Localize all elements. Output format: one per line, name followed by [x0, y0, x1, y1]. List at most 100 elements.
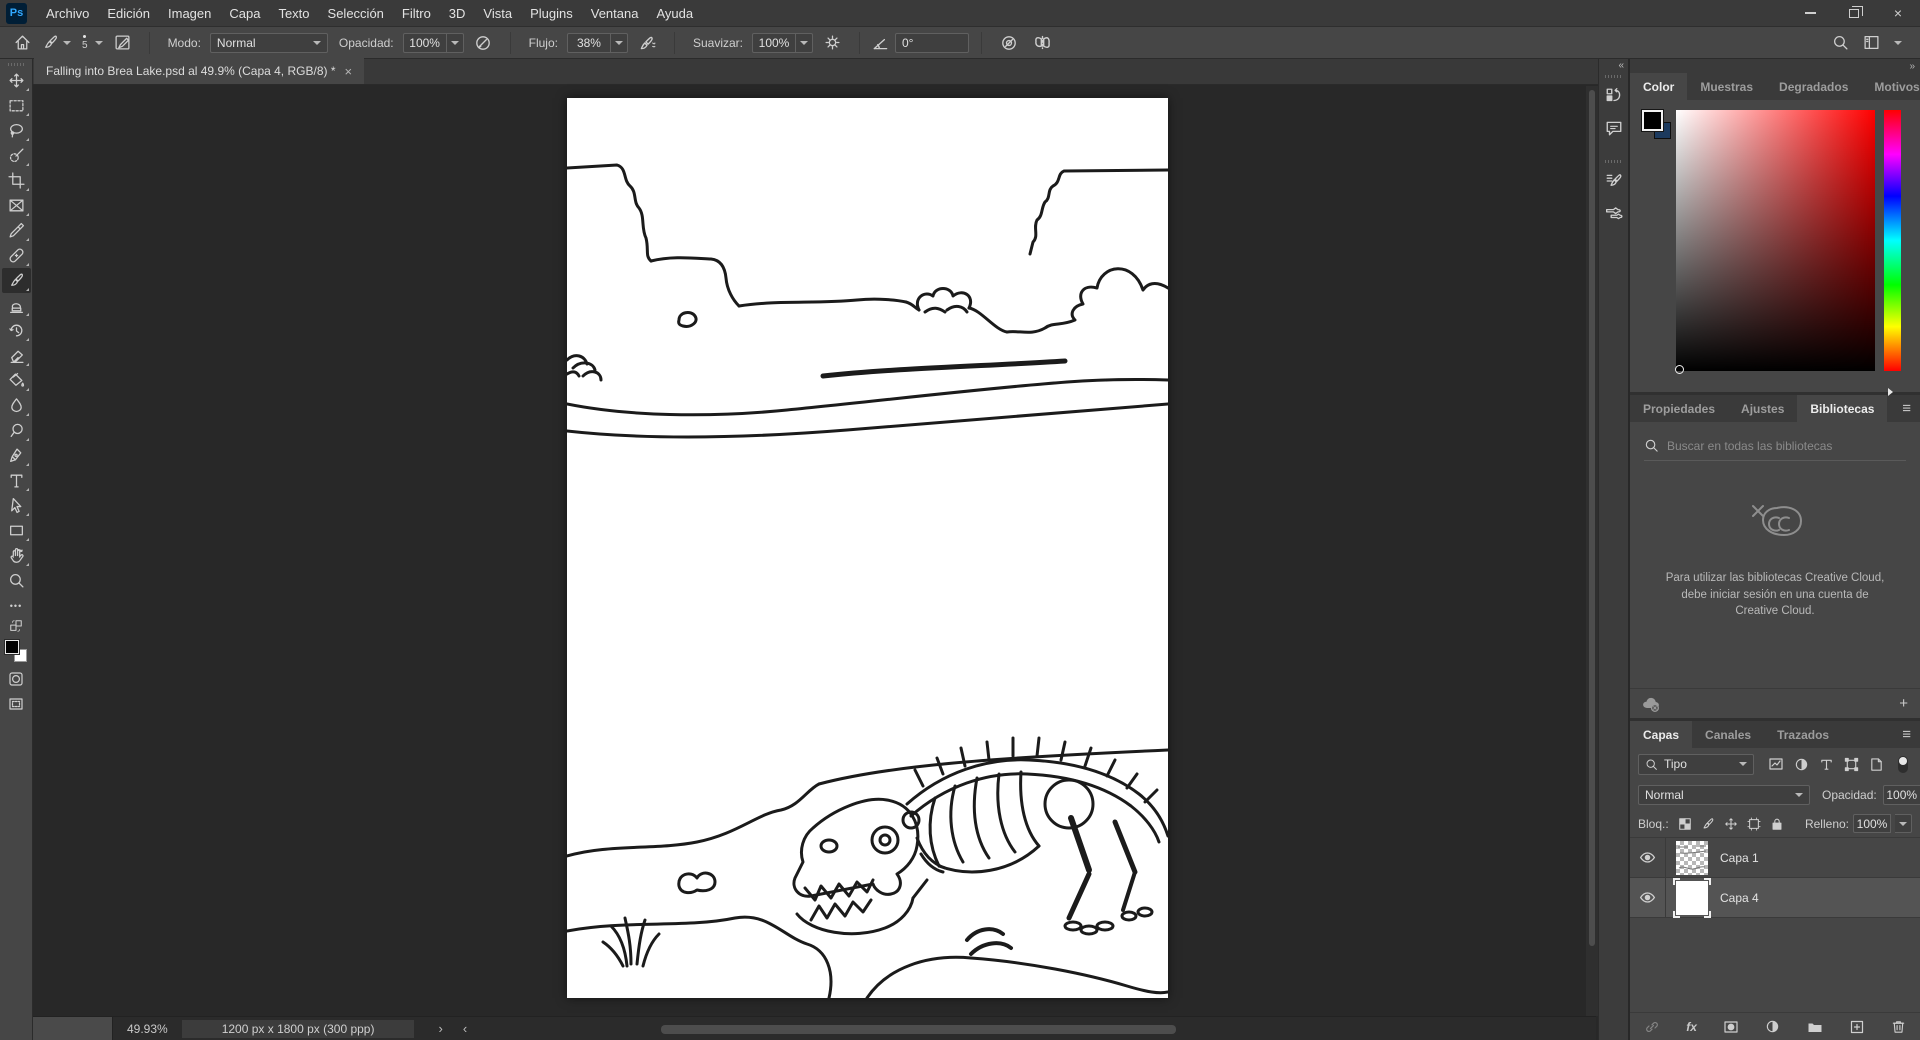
menu-ayuda[interactable]: Ayuda — [647, 0, 702, 27]
close-button[interactable]: × — [1876, 0, 1920, 27]
tab-propiedades[interactable]: Propiedades — [1630, 395, 1728, 422]
horizontal-scrollbar-thumb[interactable] — [661, 1025, 1176, 1034]
saturation-brightness-field[interactable] — [1676, 110, 1875, 371]
document-tab[interactable]: Falling into Brea Lake.psd al 49.9% (Cap… — [34, 58, 364, 84]
layer-name[interactable]: Capa 4 — [1720, 891, 1759, 905]
brush-angle-input[interactable]: 0° — [895, 33, 969, 53]
toolbar-grip[interactable] — [8, 63, 25, 66]
rectangle-tool[interactable] — [2, 518, 31, 543]
menu-imagen[interactable]: Imagen — [159, 0, 220, 27]
menu-edicion[interactable]: Edición — [98, 0, 159, 27]
layer-filter-type-select[interactable]: Tipo — [1638, 754, 1754, 775]
filter-toggle-switch[interactable] — [1898, 756, 1908, 773]
filter-type-layers-icon[interactable] — [1819, 757, 1834, 772]
filter-shape-layers-icon[interactable] — [1844, 757, 1859, 772]
filter-smart-objects-icon[interactable] — [1869, 757, 1884, 772]
opacity-control[interactable]: 100% — [403, 33, 464, 53]
lock-all-icon[interactable] — [1770, 817, 1784, 831]
clone-stamp-tool[interactable] — [2, 293, 31, 318]
add-layer-mask-icon[interactable] — [1723, 1019, 1739, 1035]
document-info[interactable]: 1200 px x 1800 px (300 ppp) — [182, 1020, 415, 1038]
layer-visibility-toggle[interactable] — [1630, 878, 1666, 917]
swap-colors-button[interactable] — [2, 618, 31, 634]
filter-pixel-layers-icon[interactable] — [1768, 756, 1784, 772]
eyedropper-tool[interactable] — [2, 218, 31, 243]
healing-brush-tool[interactable] — [2, 243, 31, 268]
type-tool[interactable] — [2, 468, 31, 493]
menu-archivo[interactable]: Archivo — [37, 0, 98, 27]
collapse-panels-icon[interactable]: » — [1630, 59, 1920, 73]
dodge-tool[interactable] — [2, 418, 31, 443]
new-layer-icon[interactable] — [1849, 1019, 1865, 1035]
lock-position-icon[interactable] — [1724, 817, 1738, 831]
delete-layer-icon[interactable] — [1891, 1019, 1906, 1034]
pressure-size-toggle[interactable] — [994, 30, 1023, 55]
pressure-opacity-toggle[interactable] — [469, 30, 498, 55]
canvas[interactable] — [567, 98, 1168, 998]
menu-filtro[interactable]: Filtro — [393, 0, 440, 27]
new-adjustment-layer-icon[interactable] — [1765, 1019, 1780, 1034]
brush-preset-picker[interactable] — [42, 34, 71, 51]
edit-toolbar-button[interactable]: ••• — [2, 593, 31, 618]
smoothing-dropdown[interactable] — [796, 33, 813, 53]
layer-blend-mode-select[interactable]: Normal — [1638, 785, 1810, 805]
library-search[interactable] — [1644, 438, 1906, 461]
layer-row-capa-4[interactable]: Capa 4 — [1630, 878, 1920, 918]
menu-vista[interactable]: Vista — [474, 0, 521, 27]
tab-degradados[interactable]: Degradados — [1766, 73, 1861, 100]
workspace-switcher-icon[interactable] — [1863, 34, 1880, 51]
status-prev-icon[interactable]: ‹ — [463, 1021, 467, 1036]
brush-tool[interactable] — [2, 268, 31, 293]
eraser-tool[interactable] — [2, 343, 31, 368]
menu-3d[interactable]: 3D — [440, 0, 475, 27]
vertical-scrollbar-thumb[interactable] — [1589, 90, 1595, 946]
menu-plugins[interactable]: Plugins — [521, 0, 582, 27]
smoothing-options-button[interactable] — [818, 30, 847, 55]
hue-slider[interactable] — [1884, 110, 1901, 371]
flow-control[interactable]: 38% — [567, 33, 628, 53]
minimize-button[interactable] — [1788, 0, 1832, 27]
tab-motivos[interactable]: Motivos — [1861, 73, 1920, 100]
search-icon[interactable] — [1832, 34, 1849, 51]
link-layers-icon[interactable] — [1644, 1019, 1660, 1035]
layer-thumbnail[interactable] — [1676, 881, 1708, 915]
panel-menu-icon[interactable]: ≡ — [1893, 721, 1920, 748]
toggle-brush-settings-panel[interactable] — [108, 30, 137, 55]
zoom-level-field[interactable]: 49.93% — [113, 1022, 182, 1036]
quick-selection-tool[interactable] — [2, 143, 31, 168]
layer-name[interactable]: Capa 1 — [1720, 851, 1759, 865]
screen-mode-button[interactable] — [2, 691, 31, 716]
zoom-tool[interactable] — [2, 568, 31, 593]
airbrush-toggle[interactable] — [633, 30, 662, 55]
hand-tool[interactable] — [2, 543, 31, 568]
chevron-down-icon[interactable] — [1894, 41, 1902, 45]
crop-tool[interactable] — [2, 168, 31, 193]
foreground-color-swatch[interactable] — [5, 640, 19, 654]
create-library-button[interactable]: + — [1899, 695, 1908, 712]
menu-seleccion[interactable]: Selección — [319, 0, 393, 27]
tab-close-icon[interactable]: × — [345, 64, 353, 79]
lock-artboard-icon[interactable] — [1747, 817, 1761, 831]
lasso-tool[interactable] — [2, 118, 31, 143]
color-picker-marker[interactable] — [1675, 365, 1684, 374]
layer-effects-button[interactable]: fx — [1686, 1020, 1697, 1034]
tab-capas[interactable]: Capas — [1630, 721, 1692, 748]
filter-adjustment-layers-icon[interactable] — [1794, 757, 1809, 772]
strip-grip[interactable] — [1605, 160, 1622, 163]
smoothing-control[interactable]: 100% — [752, 33, 813, 53]
pen-tool[interactable] — [2, 443, 31, 468]
tab-bibliotecas[interactable]: Bibliotecas — [1797, 395, 1887, 422]
fill-dropdown[interactable] — [1895, 814, 1912, 833]
library-search-input[interactable] — [1667, 439, 1887, 453]
frame-tool[interactable] — [2, 193, 31, 218]
tab-canales[interactable]: Canales — [1692, 721, 1764, 748]
vertical-scrollbar[interactable] — [1586, 86, 1598, 1016]
brush-settings-panel-button[interactable] — [1601, 168, 1627, 194]
history-brush-tool[interactable] — [2, 318, 31, 343]
layer-thumbnail[interactable] — [1676, 841, 1708, 875]
marquee-tool[interactable] — [2, 93, 31, 118]
brush-size-picker[interactable]: 5 — [76, 35, 103, 50]
tab-ajustes[interactable]: Ajustes — [1728, 395, 1797, 422]
lock-transparency-icon[interactable] — [1678, 817, 1692, 831]
layer-row-capa-1[interactable]: Capa 1 — [1630, 838, 1920, 878]
